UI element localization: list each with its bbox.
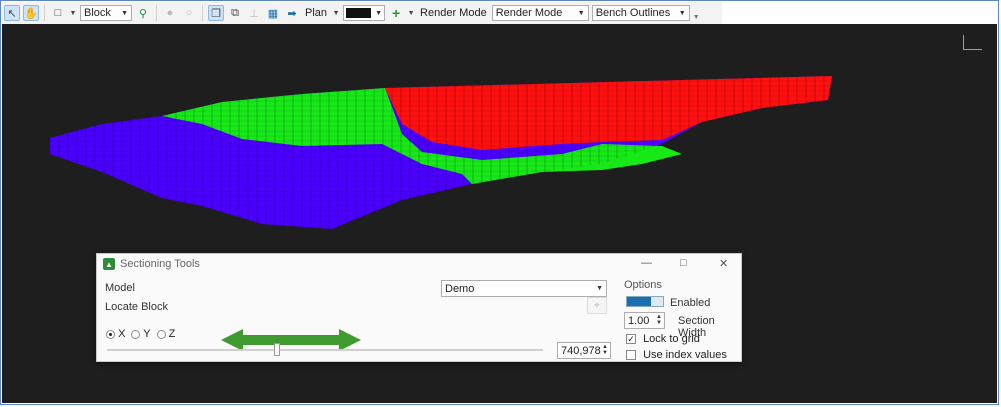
radio-y-label: Y bbox=[143, 328, 151, 340]
lock-to-grid-label: Lock to grid bbox=[643, 333, 700, 345]
panel-title: Sectioning Tools bbox=[120, 258, 200, 270]
add-icon[interactable]: + bbox=[388, 5, 404, 21]
section-position-input[interactable]: 740,978 ▲ ▼ bbox=[557, 342, 611, 359]
radio-x-indicator bbox=[106, 329, 115, 339]
axis-gizmo-icon[interactable]: ⊥ bbox=[246, 5, 262, 21]
radio-x-label: X bbox=[118, 328, 126, 340]
copy-view-icon[interactable]: ⧉ bbox=[227, 5, 243, 21]
render-mode-select[interactable]: Render Mode ▼ bbox=[491, 5, 589, 21]
outline-value: Bench Outlines bbox=[595, 7, 671, 19]
axis-triad-icon bbox=[963, 35, 982, 50]
close-icon[interactable]: ✕ bbox=[719, 257, 728, 270]
chevron-down-icon: ▼ bbox=[577, 9, 585, 17]
locate-target-button[interactable]: ⌖ bbox=[587, 297, 607, 314]
chevron-down-icon: ▼ bbox=[121, 9, 128, 17]
arrow-right-icon[interactable]: ➡ bbox=[284, 5, 300, 21]
render-mode-label: Render Mode bbox=[420, 7, 487, 19]
index-values-checkbox[interactable]: Use index values bbox=[626, 349, 727, 361]
chevron-down-icon: ▼ bbox=[596, 285, 603, 292]
radio-y-indicator bbox=[131, 329, 141, 339]
sphere-outline-icon[interactable]: ○ bbox=[181, 5, 197, 21]
model-select[interactable]: Demo ▼ bbox=[441, 280, 607, 297]
locate-block-label: Locate Block bbox=[105, 301, 168, 313]
model-label: Model bbox=[105, 282, 135, 294]
render-mode-value: Render Mode bbox=[495, 7, 563, 19]
chevron-down-icon: ▼ bbox=[375, 9, 383, 17]
box-select-icon[interactable]: □ bbox=[50, 5, 66, 21]
section-slider-track[interactable] bbox=[107, 349, 543, 351]
lock-to-grid-indicator: ✓ bbox=[626, 334, 636, 345]
app-logo-icon: ▲ bbox=[103, 258, 115, 270]
section-position-value: 740,978 bbox=[561, 344, 601, 357]
enabled-label: Enabled bbox=[670, 297, 711, 309]
toolbar-separator bbox=[202, 5, 203, 21]
axis-radio-group: X Y Z bbox=[106, 328, 175, 340]
outline-select[interactable]: Bench Outlines ▼ bbox=[591, 5, 690, 21]
plan-label[interactable]: Plan bbox=[303, 7, 329, 19]
sphere-icon[interactable]: ● bbox=[162, 5, 178, 21]
radio-z-label: Z bbox=[168, 328, 176, 340]
grid-icon[interactable]: ▦ bbox=[265, 5, 281, 21]
red-zone bbox=[385, 76, 832, 150]
radio-x[interactable]: X bbox=[106, 328, 125, 340]
toolbar-separator bbox=[44, 5, 45, 21]
section-slider-thumb[interactable] bbox=[274, 343, 281, 356]
chevron-down-icon[interactable]: ▼ bbox=[407, 5, 415, 21]
locate-pin-icon[interactable]: ⚲ bbox=[135, 5, 151, 21]
chevron-down-icon: ▼ bbox=[678, 9, 686, 17]
index-values-label: Use index values bbox=[643, 349, 727, 361]
maximize-icon[interactable]: □ bbox=[680, 257, 687, 269]
spinner-arrows-icon[interactable]: ▲ ▼ bbox=[656, 314, 662, 326]
chevron-down-icon[interactable]: ▼ bbox=[69, 5, 77, 21]
section-view-icon[interactable]: ❐ bbox=[208, 5, 224, 21]
minimize-icon[interactable]: — bbox=[641, 257, 652, 269]
toolbar-separator bbox=[156, 5, 157, 21]
spinner-arrows-icon[interactable]: ▲ ▼ bbox=[602, 344, 608, 356]
options-heading: Options bbox=[624, 279, 662, 291]
radio-y[interactable]: Y bbox=[131, 328, 151, 340]
radio-z-indicator bbox=[156, 329, 166, 339]
section-width-value: 1.00 bbox=[628, 314, 650, 327]
sectioning-tools-panel: ▲ Sectioning Tools — □ ✕ Model Demo ▼ Loc… bbox=[96, 253, 742, 362]
radio-z[interactable]: Z bbox=[156, 328, 176, 340]
chevron-down-icon[interactable]: ▼ bbox=[332, 5, 340, 21]
toolbar: ↖ ✋ □ ▼ Block ▼ ⚲ ● ○ ❐ ⧉ ⊥ ▦ ➡ Plan ▼ ▼ … bbox=[2, 2, 722, 24]
pointer-tool-icon[interactable]: ↖ bbox=[4, 5, 20, 21]
block-select[interactable]: Block ▼ bbox=[80, 5, 132, 21]
lock-to-grid-checkbox[interactable]: ✓ Lock to grid bbox=[626, 333, 700, 345]
color-picker[interactable]: ▼ bbox=[343, 5, 386, 21]
model-value: Demo bbox=[445, 282, 475, 295]
block-select-value: Block bbox=[84, 7, 111, 19]
index-values-indicator bbox=[626, 350, 636, 361]
drag-direction-arrow-icon bbox=[221, 329, 361, 351]
section-width-input[interactable]: 1.00 ▲ ▼ bbox=[624, 312, 665, 329]
toolbar-overflow-icon[interactable]: ▼ bbox=[693, 14, 700, 21]
enabled-toggle[interactable] bbox=[626, 296, 664, 307]
pan-tool-icon[interactable]: ✋ bbox=[23, 5, 39, 21]
color-swatch bbox=[346, 8, 372, 18]
